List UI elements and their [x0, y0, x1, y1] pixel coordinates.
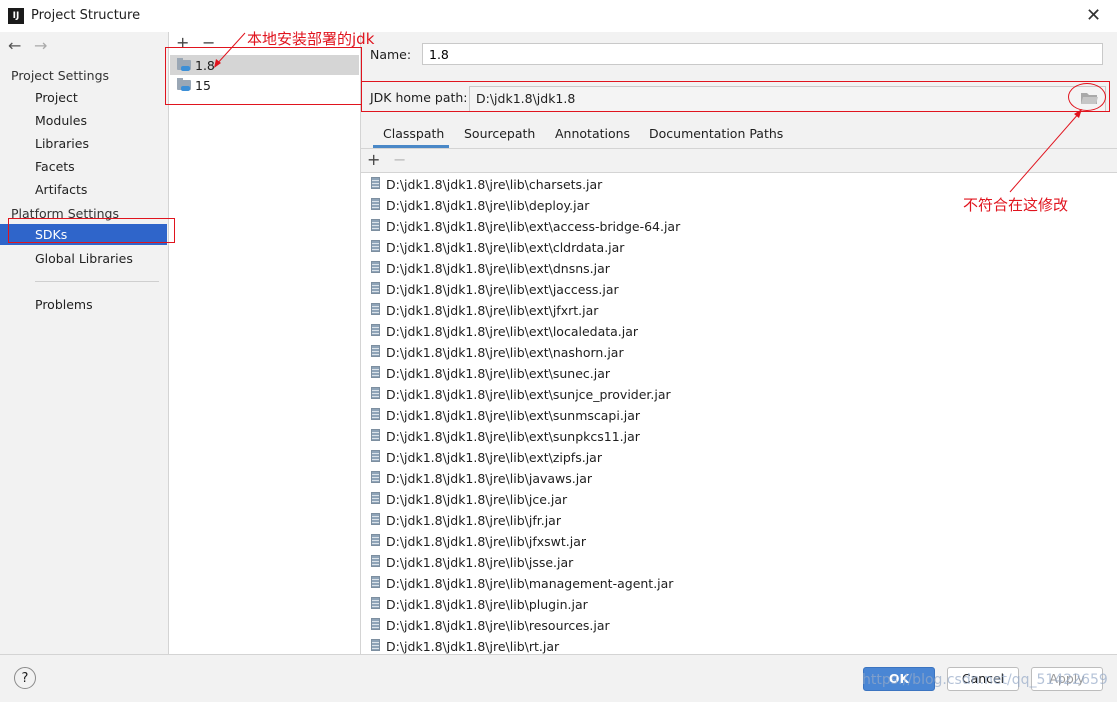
annotation-arrows — [214, 32, 1082, 193]
